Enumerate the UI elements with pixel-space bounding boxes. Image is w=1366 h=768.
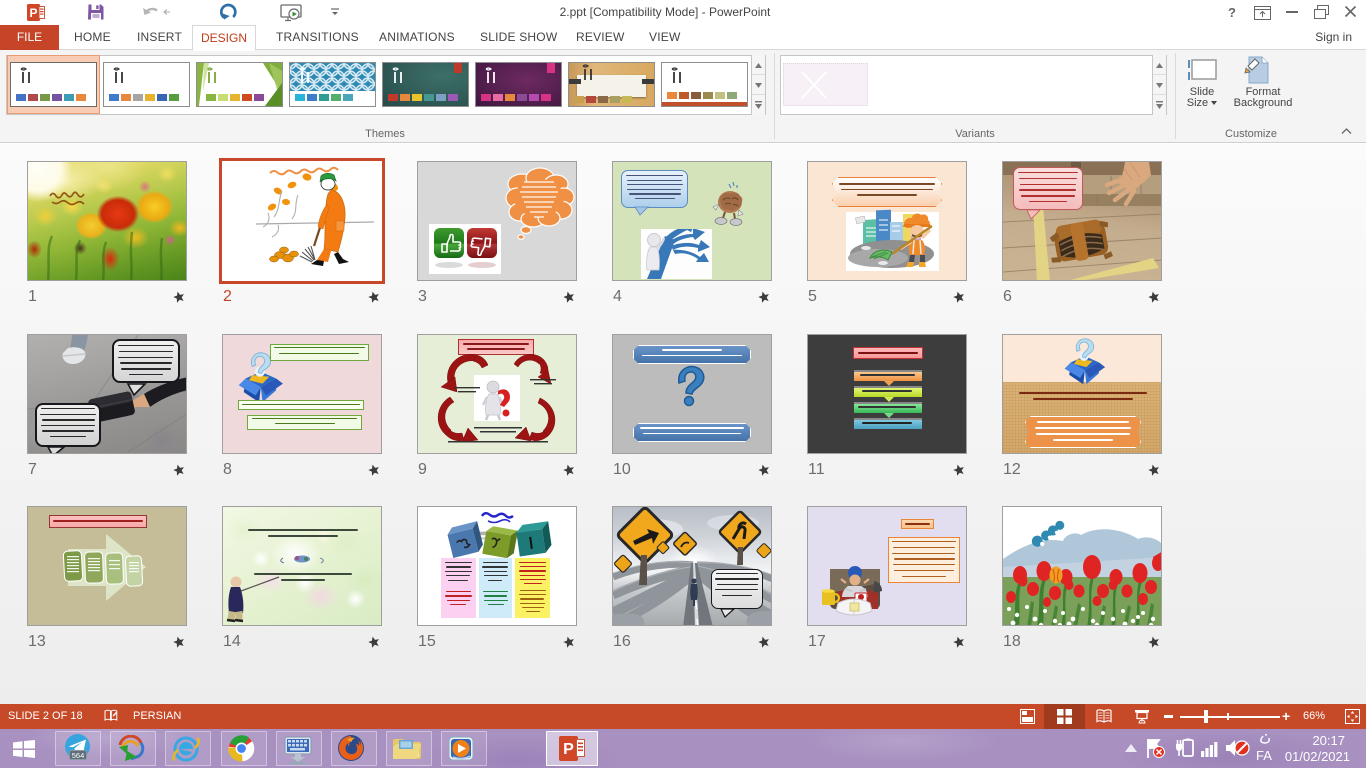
svg-text:P: P	[563, 741, 574, 758]
